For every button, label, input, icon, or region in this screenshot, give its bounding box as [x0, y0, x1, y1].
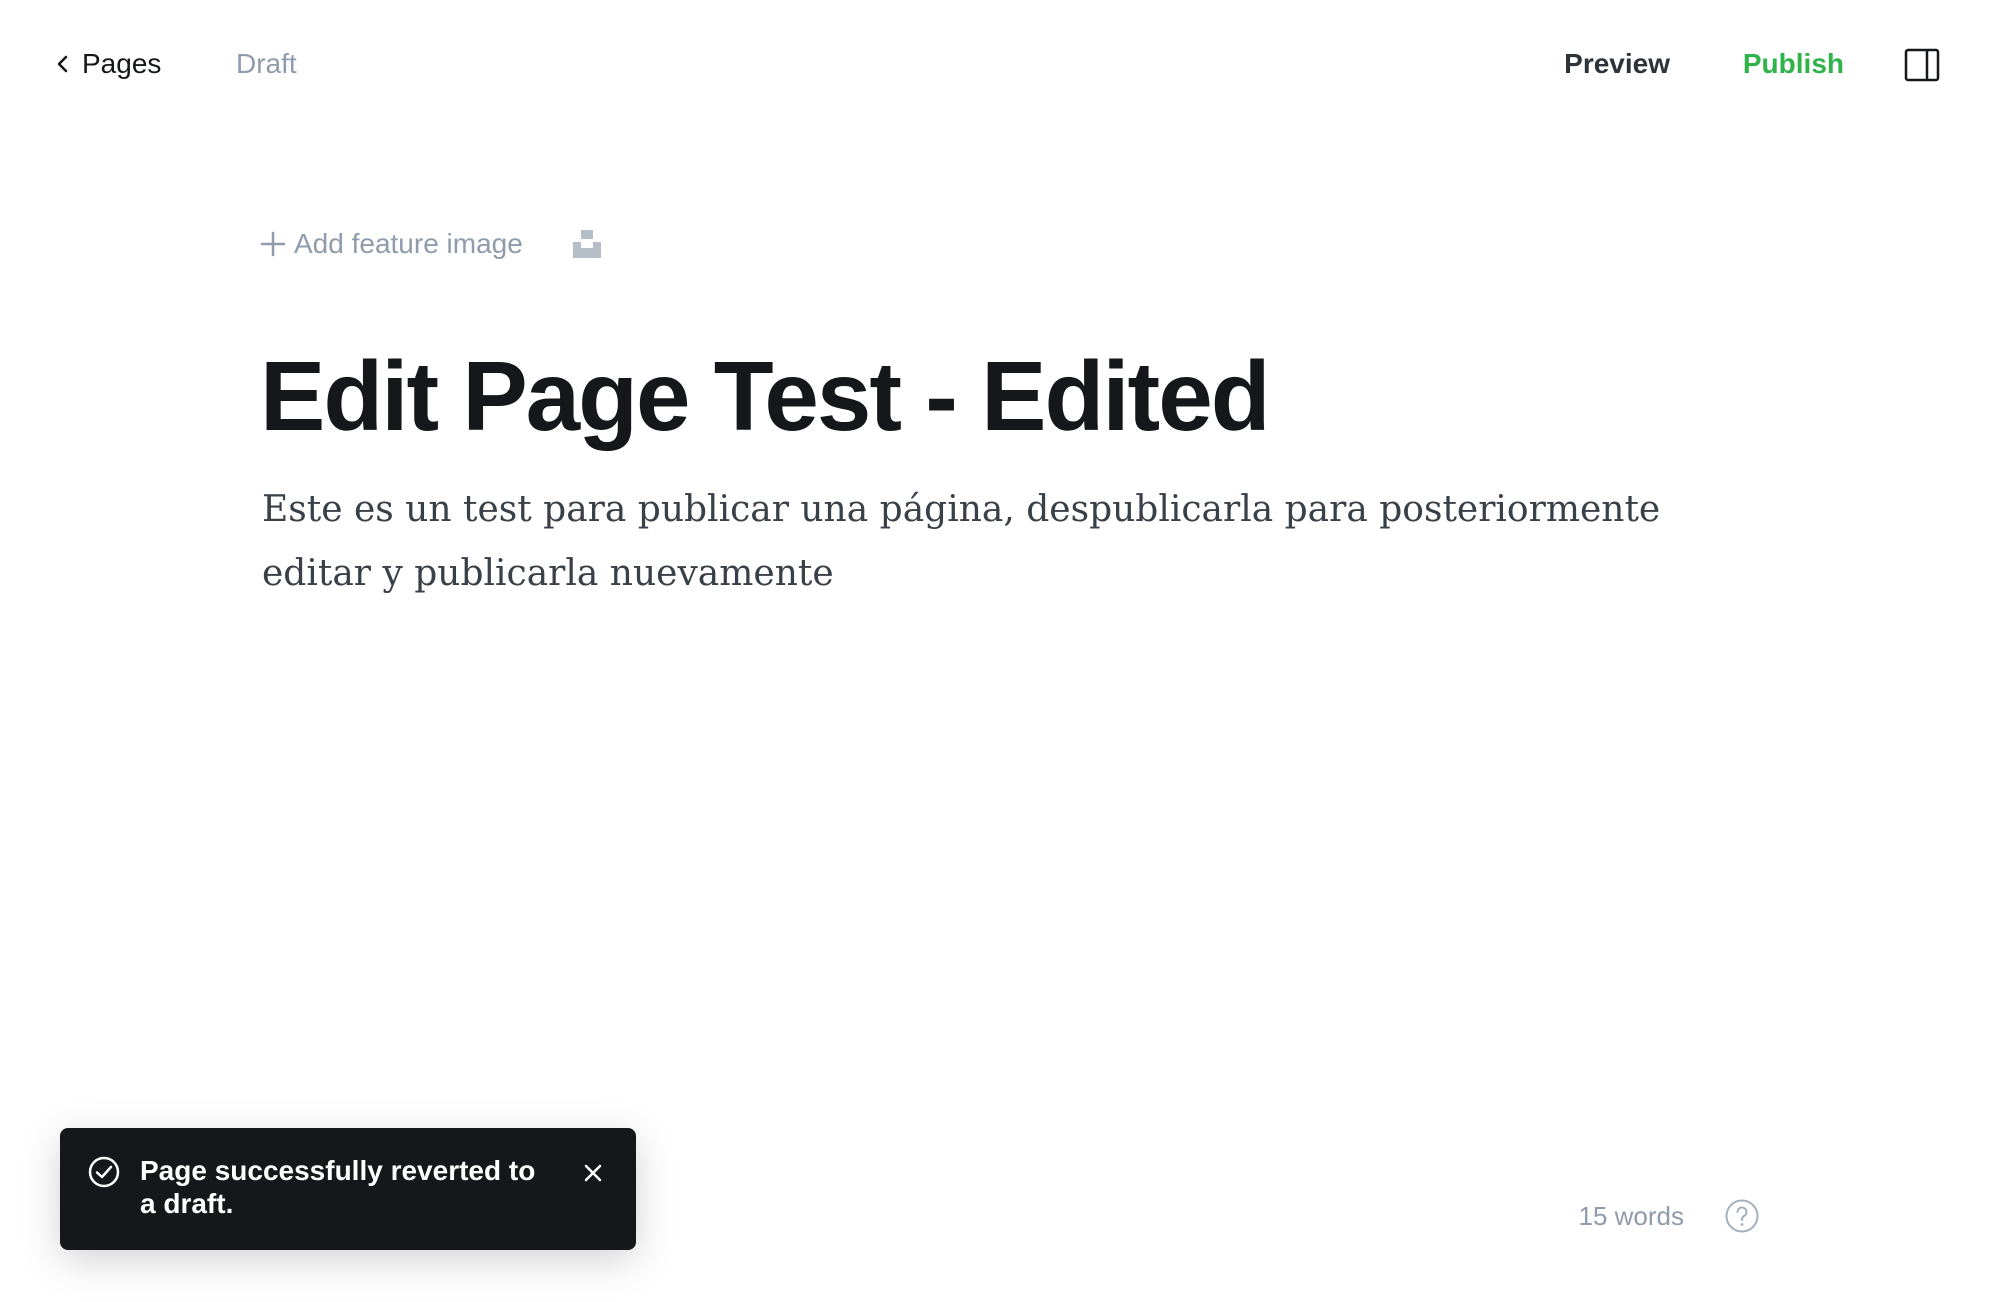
add-feature-image-label: Add feature image: [294, 228, 523, 259]
preview-button[interactable]: Preview: [1564, 44, 1670, 84]
sidebar-toggle-icon: [1904, 48, 1940, 82]
check-circle-icon: [88, 1156, 120, 1188]
feature-image-row: Add feature image: [260, 222, 603, 266]
question-circle-icon: [1724, 1198, 1760, 1234]
word-count: 15 words: [1578, 1201, 1685, 1231]
editor-app: Pages Draft Preview Publish Add feature …: [0, 0, 2000, 1302]
chevron-left-icon: [56, 54, 70, 74]
help-button[interactable]: [1724, 1198, 1760, 1234]
post-status-label: Draft: [236, 48, 297, 79]
notification-toast: Page successfully reverted to a draft.: [60, 1128, 636, 1250]
sidebar-toggle-button[interactable]: [1904, 48, 1940, 82]
editor-topbar: Pages Draft Preview Publish: [0, 0, 2000, 128]
back-link-label: Pages: [82, 48, 162, 79]
unsplash-icon: [571, 228, 603, 260]
page-body-editor[interactable]: Este es un test para publicar una página…: [262, 478, 1762, 606]
toast-message: Page successfully reverted to a draft.: [140, 1155, 536, 1219]
page-title[interactable]: Edit Page Test - Edited: [260, 336, 1271, 456]
unsplash-button[interactable]: [571, 228, 603, 260]
toast-close-button[interactable]: [582, 1162, 604, 1184]
publish-button[interactable]: Publish: [1743, 44, 1844, 84]
close-icon: [582, 1162, 604, 1184]
plus-icon: [260, 231, 286, 257]
back-to-pages-link[interactable]: Pages: [56, 44, 161, 84]
add-feature-image-button[interactable]: Add feature image: [260, 228, 523, 260]
